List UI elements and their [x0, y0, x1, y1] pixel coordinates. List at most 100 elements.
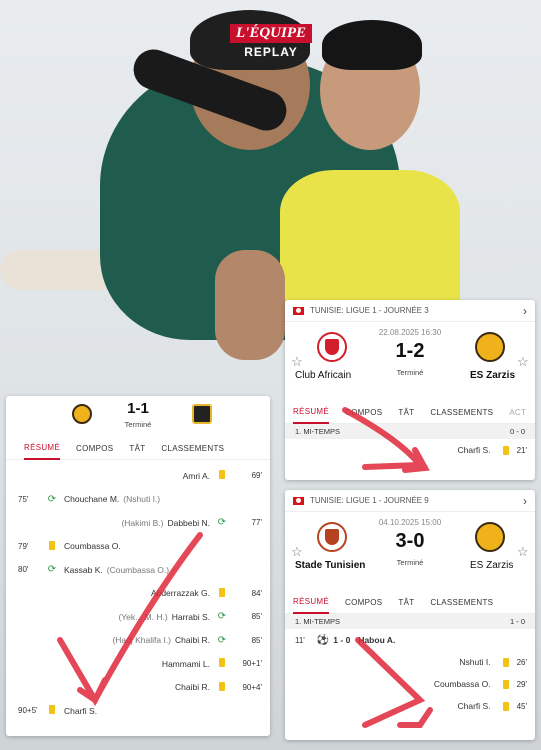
section-header: 1. MI-TEMPS 0 - 0	[285, 424, 535, 439]
event-player: Coumbassa O.	[433, 679, 491, 689]
opponent-crest-icon	[192, 404, 212, 424]
event-player: Harrabi S.	[171, 611, 210, 622]
match-status: Terminé	[124, 420, 152, 429]
es-zarzis-crest-icon	[475, 522, 505, 552]
event-minute: 21'	[516, 445, 527, 455]
event-detail: (Yek... M. H.)	[118, 611, 168, 622]
event-minute: 90+1'	[242, 659, 262, 669]
match-card-left[interactable]: 1-1 Terminé RÉSUMÉ COMPOS TÂT CLASSEMENT…	[6, 396, 270, 736]
event-player: Chaibi R.	[175, 635, 210, 646]
section-score: 0 - 0	[509, 427, 525, 436]
tab-resume[interactable]: RÉSUMÉ	[293, 591, 330, 614]
competition-header[interactable]: TUNISIE: LIGUE 1 - JOURNÉE 3 ›	[285, 300, 535, 322]
tab-bar: RÉSUMÉ COMPOS TÂT CLASSEMENTS ACT	[285, 402, 535, 424]
event-row: Amri A. 69'	[6, 464, 270, 488]
event-minute: 90+5'	[18, 706, 38, 716]
away-team-name[interactable]: ES Zarzis	[470, 560, 513, 571]
yellow-card-icon	[49, 540, 55, 550]
yellow-card-icon	[219, 470, 225, 480]
event-player: Charfi S.	[64, 705, 98, 716]
event-player: Chouchane M.	[64, 494, 120, 505]
event-player: Charfi S.	[457, 701, 491, 711]
yellow-card-icon	[502, 679, 509, 689]
match-card-journee-3[interactable]: TUNISIE: LIGUE 1 - JOURNÉE 3 › ☆ Club Af…	[285, 300, 535, 480]
logo-brand: L'ÉQUIPE	[229, 24, 312, 43]
substitution-icon: ⟳	[47, 493, 57, 505]
yellow-card-icon	[219, 658, 225, 668]
section-label: 1. MI-TEMPS	[295, 427, 341, 436]
event-player: Coumbassa O.	[64, 541, 121, 552]
yellow-card-icon	[502, 701, 509, 711]
match-summary: ☆ Club Africain 22.08.2025 16:30 1-2 Ter…	[285, 322, 535, 402]
event-row: 80' ⟳ Kassab K. (Coumbassa O.)	[6, 558, 270, 582]
chevron-right-icon[interactable]: ›	[523, 494, 527, 508]
event-player: Amri A.	[182, 470, 210, 481]
event-row: Abderrazzak G. 84'	[6, 582, 270, 606]
away-team-name[interactable]: ES Zarzis	[470, 370, 515, 381]
event-minute: 90+4'	[242, 682, 262, 692]
tab-resume[interactable]: RÉSUMÉ	[24, 437, 61, 460]
tab-classements[interactable]: CLASSEMENTS	[430, 592, 493, 613]
event-minute: 29'	[516, 679, 527, 689]
tab-tat[interactable]: TÂT	[129, 438, 145, 459]
tab-compos[interactable]: COMPOS	[76, 438, 113, 459]
event-detail: (Nshuti I.)	[123, 494, 161, 505]
event-row: 90+5' Charfi S.	[6, 699, 270, 723]
tab-resume[interactable]: RÉSUMÉ	[293, 401, 330, 424]
event-row: (Hakimi B.) Dabbebi N. ⟳ 77'	[6, 511, 270, 535]
event-minute: 45'	[516, 701, 527, 711]
tab-tat[interactable]: TÂT	[398, 592, 414, 613]
tab-classements[interactable]: CLASSEMENTS	[161, 438, 224, 459]
match-score: 1-1	[127, 400, 149, 417]
tab-compos[interactable]: COMPOS	[345, 402, 382, 423]
event-row: (Yek... M. H.) Harrabi S. ⟳ 85'	[6, 605, 270, 629]
event-minute: 75'	[18, 494, 29, 504]
event-detail: (Coumbassa O.)	[106, 564, 170, 575]
tab-act[interactable]: ACT	[509, 402, 526, 423]
tab-bar: RÉSUMÉ COMPOS TÂT CLASSEMENTS	[6, 438, 270, 460]
event-minute: 77'	[251, 518, 262, 528]
event-row: Charfi S. 21'	[285, 439, 535, 461]
event-row: Charfi S. 45'	[285, 695, 535, 717]
event-detail: (Hakimi B.)	[121, 517, 164, 528]
event-row: 75' ⟳ Chouchane M. (Nshuti I.)	[6, 488, 270, 512]
event-minute: 69'	[251, 471, 262, 481]
section-score: 1 - 0	[509, 617, 525, 626]
tab-bar: RÉSUMÉ COMPOS TÂT CLASSEMENTS	[285, 592, 535, 614]
yellow-card-icon	[219, 681, 225, 691]
yellow-card-icon	[219, 587, 225, 597]
tab-compos[interactable]: COMPOS	[345, 592, 382, 613]
tunisia-flag-icon	[293, 496, 304, 505]
tab-tat[interactable]: TÂT	[398, 402, 414, 423]
substitution-icon: ⟳	[217, 517, 227, 529]
competition-header[interactable]: TUNISIE: LIGUE 1 - JOURNÉE 9 ›	[285, 490, 535, 512]
event-player: Kassab K.	[64, 564, 103, 575]
football-icon: ⚽	[316, 634, 330, 646]
event-minute: 80'	[18, 565, 29, 575]
event-minute: 85'	[251, 612, 262, 622]
match-card-journee-9[interactable]: TUNISIE: LIGUE 1 - JOURNÉE 9 › ☆ Stade T…	[285, 490, 535, 740]
goal-minute: 11'	[295, 635, 305, 645]
es-zarzis-crest-icon	[475, 332, 505, 362]
section-label: 1. MI-TEMPS	[295, 617, 341, 626]
yellow-card-icon	[49, 705, 55, 715]
event-detail: (Hadj Khalifa I.)	[112, 635, 172, 646]
competition-label: TUNISIE: LIGUE 1 - JOURNÉE 9	[310, 496, 429, 505]
favorite-star-icon[interactable]: ☆	[517, 544, 529, 560]
event-minute: 26'	[516, 657, 527, 667]
event-minute: 84'	[251, 588, 262, 598]
event-minute: 79'	[18, 541, 29, 551]
tab-classements[interactable]: CLASSEMENTS	[430, 402, 493, 423]
event-player: Abderrazzak G.	[150, 588, 210, 599]
goal-row: 11' ⚽ 1 - 0 Habou A.	[285, 629, 535, 651]
event-minute: 85'	[251, 635, 262, 645]
event-player: Nshuti I.	[459, 657, 491, 667]
substitution-icon: ⟳	[217, 611, 227, 623]
favorite-star-icon[interactable]: ☆	[517, 354, 529, 370]
chevron-right-icon[interactable]: ›	[523, 304, 527, 318]
event-row: Hammami L. 90+1'	[6, 652, 270, 676]
event-row: (Hadj Khalifa I.) Chaibi R. ⟳ 85'	[6, 629, 270, 653]
match-summary: ☆ Stade Tunisien 04.10.2025 15:00 3-0 Te…	[285, 512, 535, 592]
event-player: Hammami L.	[161, 658, 210, 669]
event-list: Amri A. 69' 75' ⟳ Chouchane M. (Nshuti I.) (Ha…	[6, 460, 270, 723]
